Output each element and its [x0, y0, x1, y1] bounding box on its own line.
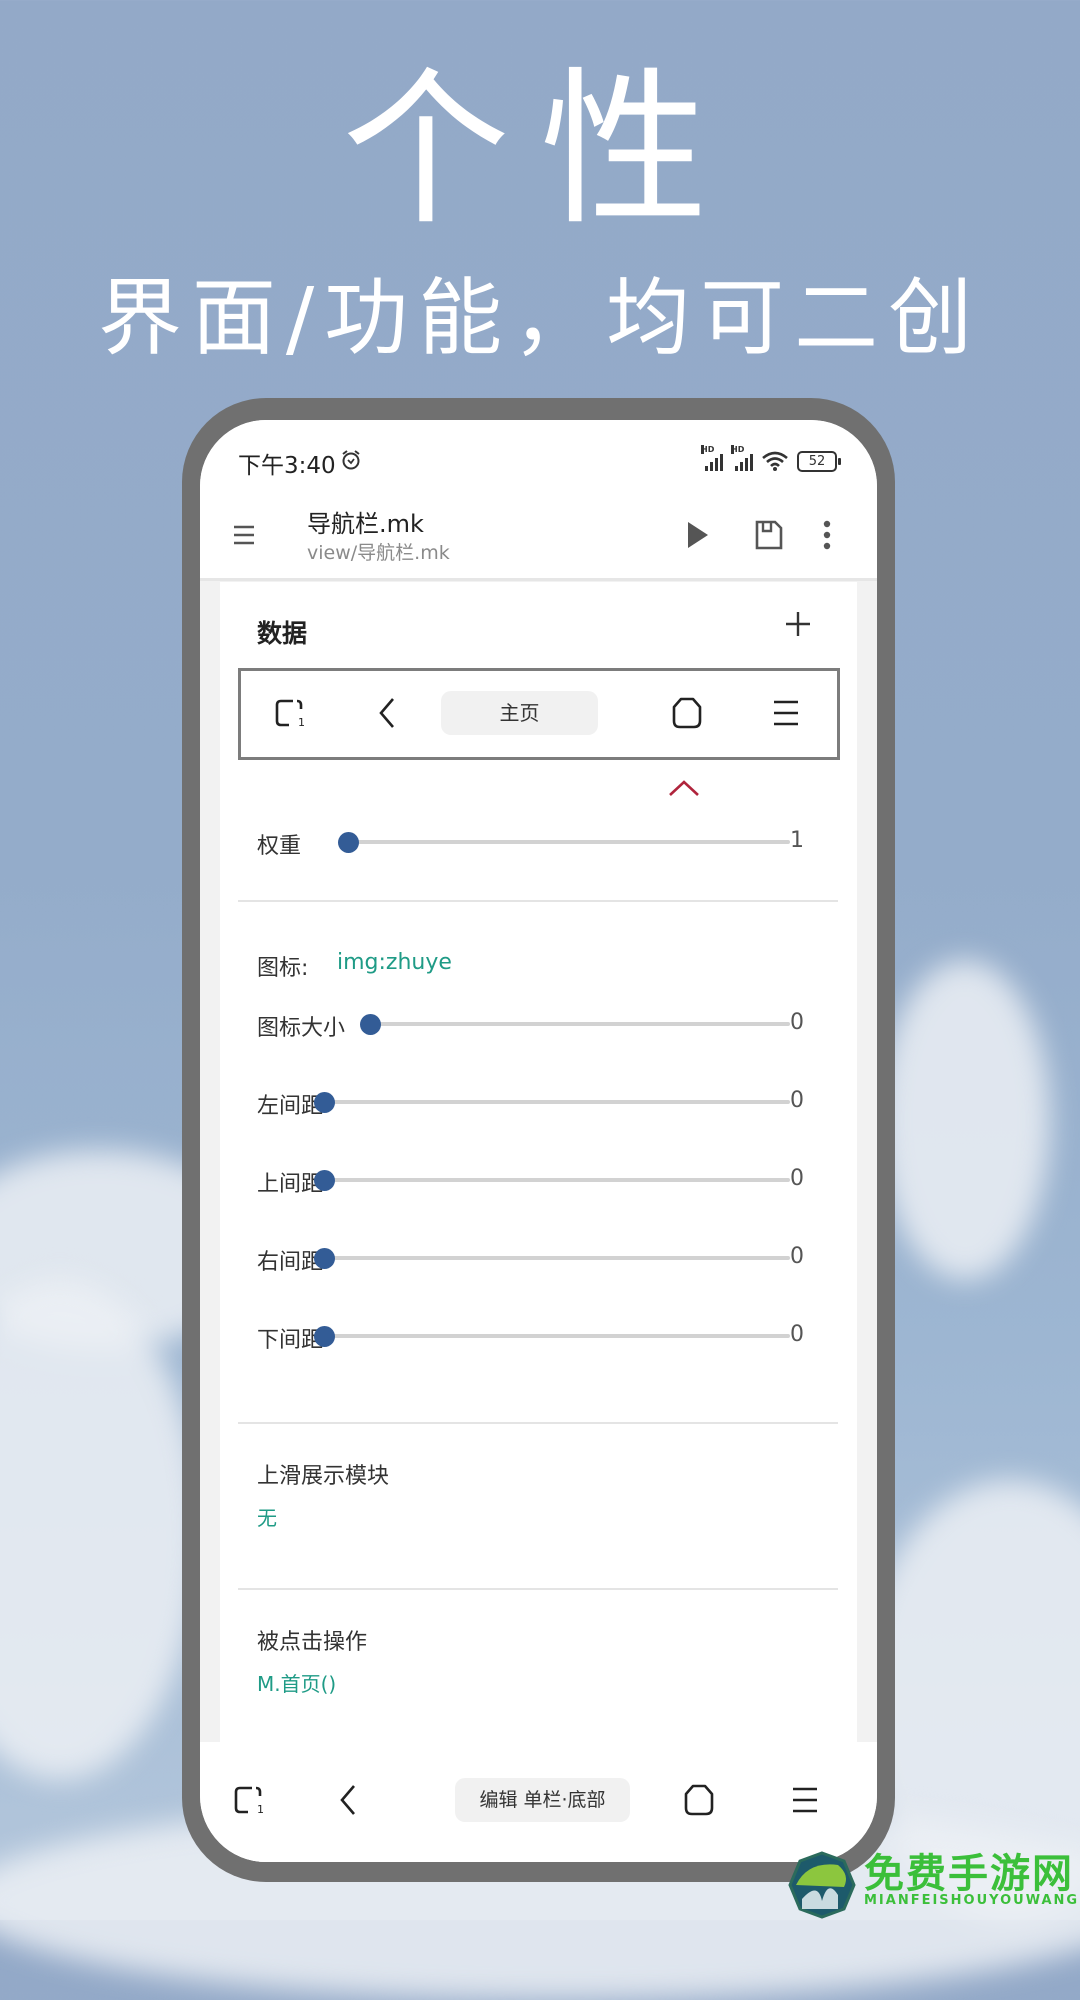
- slider-thumb[interactable]: [314, 1092, 335, 1113]
- weight-value: 1: [790, 828, 804, 853]
- recent-apps-icon[interactable]: 1: [271, 693, 311, 733]
- watermark: 免费手游网 MIANFEISHOUYOUWANG: [782, 1847, 1080, 1920]
- slider-thumb[interactable]: [338, 832, 359, 853]
- home-icon[interactable]: [667, 693, 707, 733]
- app-bar: 导航栏.mk view/导航栏.mk: [200, 500, 877, 581]
- plus-icon[interactable]: [780, 606, 816, 642]
- signal-icon: HD: [701, 445, 723, 471]
- slider-track[interactable]: [324, 1256, 790, 1260]
- edit-mode-pill[interactable]: 编辑 单栏·底部: [455, 1778, 630, 1822]
- divider: [238, 1422, 838, 1424]
- nav-item-home-label[interactable]: 主页: [441, 691, 598, 735]
- watermark-logo-icon: [788, 1851, 856, 1919]
- click-action-label: 被点击操作: [257, 1630, 368, 1655]
- slider-thumb[interactable]: [314, 1248, 335, 1269]
- back-icon[interactable]: [330, 1780, 370, 1820]
- nav-preview: 1 主页: [238, 668, 840, 760]
- slider-track[interactable]: [324, 1334, 790, 1338]
- bottom-nav-bar: 1 编辑 单栏·底部: [200, 1742, 877, 1862]
- swipe-module-label: 上滑展示模块: [257, 1464, 390, 1489]
- slider-value: 0: [790, 1244, 804, 1269]
- promo-headline: 个性: [342, 52, 738, 248]
- svg-text:1: 1: [298, 716, 305, 729]
- slider-label: 图标大小: [257, 1016, 346, 1041]
- menu-icon[interactable]: [766, 693, 806, 733]
- status-time: 下午3:40: [238, 453, 336, 479]
- save-icon[interactable]: [752, 518, 786, 552]
- status-icons: HD HD 52: [701, 445, 841, 472]
- signal-icon: HD: [731, 445, 753, 471]
- swipe-module-value[interactable]: 无: [257, 1502, 277, 1531]
- play-icon[interactable]: [680, 518, 714, 552]
- slider-value: 0: [790, 1166, 804, 1191]
- home-icon[interactable]: [679, 1780, 719, 1820]
- watermark-subtitle: MIANFEISHOUYOUWANG: [864, 1893, 1080, 1908]
- wifi-icon: [762, 451, 788, 471]
- slider-thumb[interactable]: [360, 1014, 381, 1035]
- recent-apps-icon[interactable]: 1: [230, 1780, 270, 1820]
- click-action-value[interactable]: M.首页(): [257, 1668, 336, 1697]
- divider: [238, 900, 838, 902]
- slider-track[interactable]: [324, 1178, 790, 1182]
- svg-text:1: 1: [257, 1803, 264, 1816]
- status-bar: 下午3:40 HD HD 52: [200, 420, 877, 500]
- slider-value: 0: [790, 1088, 804, 1113]
- phone-frame: 下午3:40 HD HD 52 导航栏.mk view/导航栏.mk 数据 1 …: [182, 398, 895, 1882]
- file-path: view/导航栏.mk: [307, 542, 450, 564]
- slider-track[interactable]: [348, 840, 790, 844]
- icon-label: 图标:: [257, 956, 309, 981]
- battery-indicator: 52: [797, 450, 841, 472]
- divider: [238, 1588, 838, 1590]
- slider-track[interactable]: [324, 1100, 790, 1104]
- slider-thumb[interactable]: [314, 1326, 335, 1347]
- slider-track[interactable]: [370, 1022, 790, 1026]
- back-icon[interactable]: [369, 693, 409, 733]
- file-title: 导航栏.mk: [307, 510, 424, 538]
- watermark-title: 免费手游网: [864, 1850, 1074, 1897]
- slider-value: 0: [790, 1322, 804, 1347]
- weight-label: 权重: [257, 834, 302, 859]
- alarm-clock-icon: [342, 450, 360, 470]
- menu-icon[interactable]: [785, 1780, 825, 1820]
- more-vert-icon[interactable]: [810, 518, 844, 552]
- icon-value-link[interactable]: img:zhuye: [337, 950, 452, 975]
- selected-caret-icon: [669, 780, 699, 796]
- phone-screen: 下午3:40 HD HD 52 导航栏.mk view/导航栏.mk 数据 1 …: [200, 420, 877, 1862]
- menu-icon[interactable]: [230, 520, 260, 550]
- promo-subheadline: 界面/功能，均可二创: [97, 269, 983, 367]
- properties-card: 数据 1 主页 权重 1 图标: img:zhuye 上滑展示模块 无 被点击操…: [220, 582, 857, 1862]
- slider-value: 0: [790, 1010, 804, 1035]
- section-title: 数据: [257, 619, 308, 648]
- slider-thumb[interactable]: [314, 1170, 335, 1191]
